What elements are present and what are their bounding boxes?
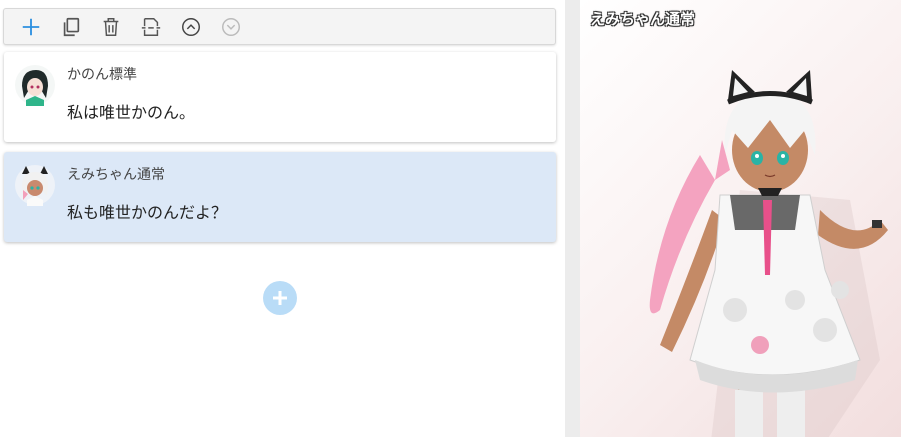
move-down-button[interactable] bbox=[216, 12, 246, 42]
copy-button[interactable] bbox=[56, 12, 86, 42]
speaker-name: かのん標準 bbox=[67, 67, 137, 83]
message-card-selected[interactable]: えみちゃん通常 私も唯世かのんだよ？ bbox=[4, 152, 556, 242]
move-up-icon bbox=[182, 18, 200, 36]
avatar bbox=[15, 65, 55, 106]
add-button[interactable] bbox=[16, 12, 46, 42]
script-panel: かのん標準 私は唯世かのん。 えみちゃん通常 私も唯世かのんだよ？ bbox=[0, 0, 565, 437]
add-message-button[interactable] bbox=[263, 281, 297, 315]
copy-icon bbox=[63, 17, 80, 37]
message-text: 私は唯世かのん。 bbox=[67, 103, 196, 122]
message-text: 私も唯世かのんだよ？ bbox=[67, 203, 228, 222]
move-down-icon bbox=[222, 18, 240, 36]
speaker-name: えみちゃん通常 bbox=[67, 167, 165, 183]
move-up-button[interactable] bbox=[176, 12, 206, 42]
message-card[interactable]: かのん標準 私は唯世かのん。 bbox=[4, 52, 556, 142]
delete-button[interactable] bbox=[96, 12, 126, 42]
toolbar bbox=[3, 8, 556, 45]
avatar bbox=[15, 165, 55, 206]
character-preview: えみちゃん通常 bbox=[580, 0, 901, 437]
split-button[interactable] bbox=[136, 12, 166, 42]
split-icon bbox=[141, 18, 161, 36]
add-icon bbox=[22, 18, 40, 36]
plus-icon bbox=[273, 291, 287, 305]
preview-title: えみちゃん通常 bbox=[590, 10, 696, 28]
trash-icon bbox=[103, 18, 119, 36]
character-illustration bbox=[649, 70, 888, 437]
panel-divider[interactable] bbox=[565, 0, 580, 437]
